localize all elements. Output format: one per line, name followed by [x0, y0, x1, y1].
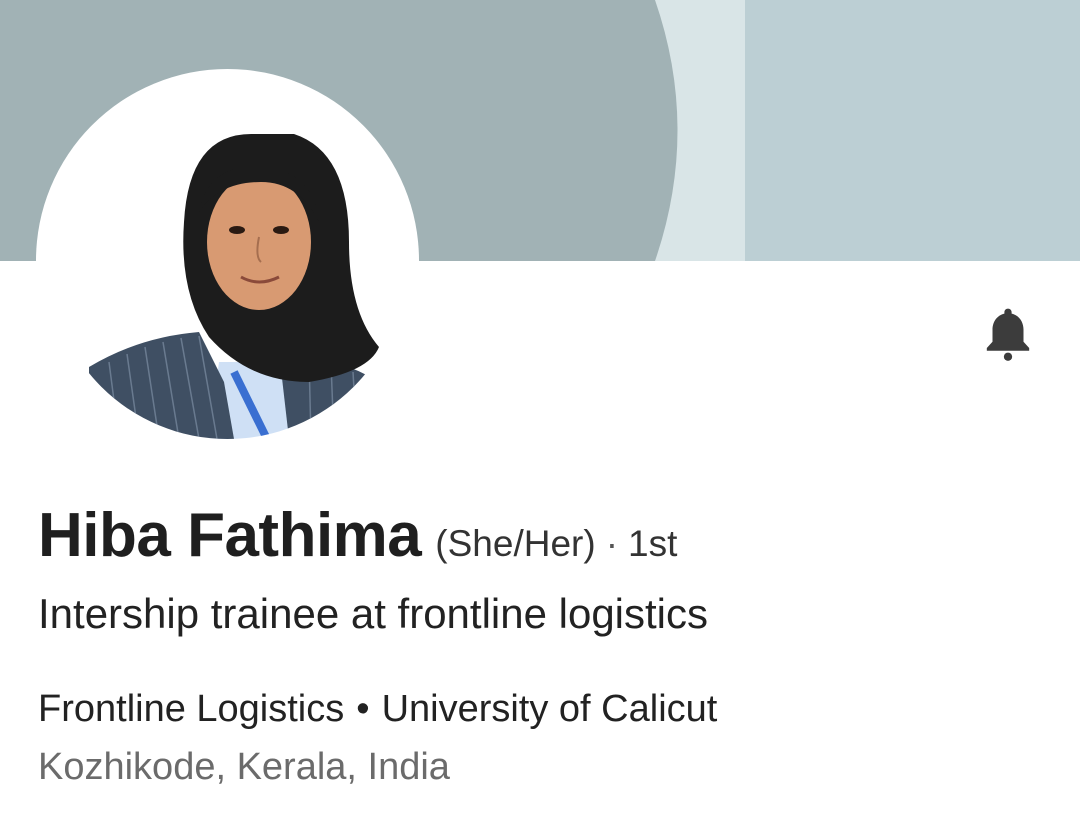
profile-headline: Intership trainee at frontline logistics: [38, 590, 709, 637]
connection-degree: 1st: [628, 523, 678, 564]
notifications-button[interactable]: [970, 296, 1046, 372]
bell-icon: [986, 308, 1030, 361]
profile-location: Kozhikode, Kerala, India: [38, 746, 450, 788]
avatar[interactable]: [49, 82, 406, 439]
company-link[interactable]: Frontline Logistics: [38, 688, 344, 730]
school-link[interactable]: University of Calicut: [382, 688, 718, 730]
degree-separator: ·: [605, 523, 619, 564]
affiliation-separator: •: [356, 688, 370, 730]
pronouns: (She/Her): [435, 523, 596, 564]
name-row: Hiba Fathima (She/Her) · 1st: [38, 500, 677, 571]
affiliations: Frontline Logistics • University of Calicu…: [38, 688, 717, 731]
profile-name: Hiba Fathima: [38, 501, 422, 570]
profile-photo: [49, 82, 406, 439]
